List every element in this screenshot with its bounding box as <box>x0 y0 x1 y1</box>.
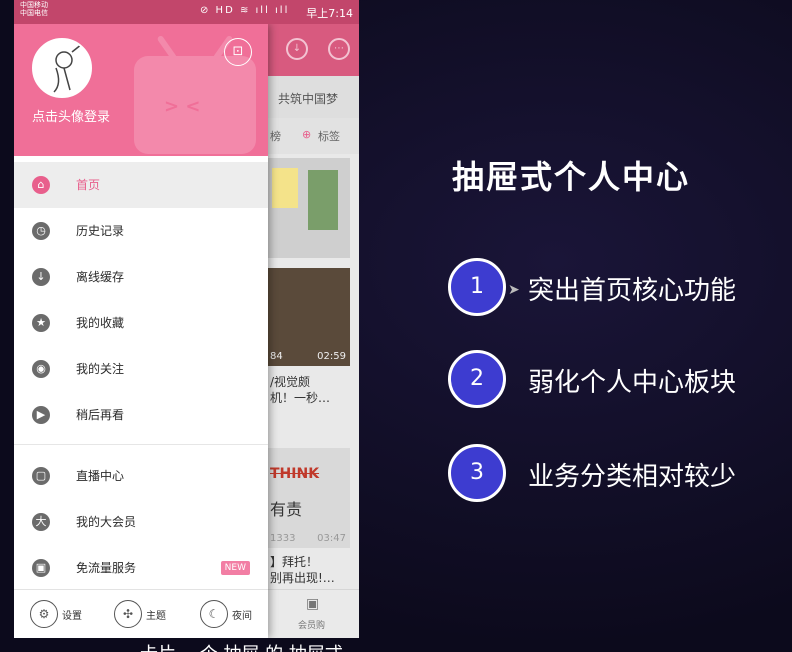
nav-label-shop[interactable]: 会员购 <box>298 618 325 631</box>
menu-item-group_1-2[interactable]: ↓ 离线缓存 <box>14 254 268 300</box>
play-later-icon: ▶ <box>32 406 50 424</box>
settings-icon: ⚙ <box>30 600 58 628</box>
video-title-1[interactable]: /视觉颇 机！一秒… <box>270 374 330 406</box>
home-icon: ⌂ <box>32 176 50 194</box>
menu-divider <box>14 444 268 445</box>
video-card-1[interactable] <box>268 158 350 258</box>
video-title-line: /视觉颇 <box>270 375 311 389</box>
background-app-tabs: 榜 ⊕ 标签 <box>268 118 359 154</box>
video-duration: 84 <box>270 351 283 362</box>
thumbnail-art <box>308 170 338 230</box>
menu-item-group_1-5[interactable]: ▶ 稍后再看 <box>14 392 268 438</box>
think-text: THINK <box>270 466 320 482</box>
video-title-2[interactable]: 】拜托！ 别再出现!… <box>270 554 335 586</box>
footer-button-label: 夜间 <box>232 611 252 622</box>
vip-icon: 大 <box>32 513 50 531</box>
slide-title: 抽屉式个人中心 <box>452 158 691 196</box>
menu-item-group_1-1[interactable]: ◷ 历史记录 <box>14 208 268 254</box>
video-title-line: 机！一秒… <box>270 391 331 405</box>
tab-rank[interactable]: 榜 <box>270 128 281 144</box>
menu-item-group_2-1[interactable]: 大 我的大会员 <box>14 499 268 545</box>
status-icons: ⊘ HD ≋ ıll ıll <box>200 5 290 16</box>
bullet-text: 业务分类相对较少 <box>528 462 737 492</box>
sim-card-icon: ▣ <box>32 559 50 577</box>
video-title-line: 】拜托！ <box>270 555 319 569</box>
tv-face: > < <box>164 96 201 117</box>
cloud-download-icon: ↓ <box>32 268 50 286</box>
menu-item-label: 我的收藏 <box>76 316 125 330</box>
live-tv-icon: ▢ <box>32 467 50 485</box>
slide-background: 中国移动 中国电信 ⊘ HD ≋ ıll ıll 早上7:14 ↓ ⋯ 共筑中国… <box>0 0 792 652</box>
number-badge: 3 <box>448 444 506 502</box>
side-drawer: > < ⊡ 点击头像登录 ⌂ 首页 ◷ 历史记录 ↓ 离线缓存 ★ 我的收藏 ◉ 我的关注 ▶ 稍后再… <box>14 24 268 638</box>
status-clock: 早上7:14 <box>306 7 353 20</box>
carrier-label-2: 中国电信 <box>20 9 48 17</box>
carrier-label-1: 中国移动 <box>20 1 48 9</box>
tv-logo-background: > < <box>134 56 256 154</box>
video-duration: 02:59 <box>317 351 346 362</box>
video-card-3[interactable]: THINK 有责 1333 03:47 <box>268 448 350 548</box>
banner-text: 共筑中国梦 <box>278 92 339 106</box>
phone-screenshot: 中国移动 中国电信 ⊘ HD ≋ ıll ıll 早上7:14 ↓ ⋯ 共筑中国… <box>14 0 359 638</box>
menu-item-label: 我的大会员 <box>76 515 137 529</box>
menu-item-label: 首页 <box>76 178 101 192</box>
login-prompt[interactable]: 点击头像登录 <box>32 106 110 125</box>
menu-item-group_1-4[interactable]: ◉ 我的关注 <box>14 346 268 392</box>
background-app-banner-text: 共筑中国梦 <box>268 76 359 118</box>
scan-button[interactable]: ⊡ <box>224 38 252 66</box>
number-badge: 1 <box>448 258 506 316</box>
menu-item-label: 直播中心 <box>76 469 125 483</box>
more-icon[interactable]: ⋯ <box>328 38 350 60</box>
menu-item-label: 我的关注 <box>76 362 125 376</box>
card-caption: 有责 <box>270 500 303 519</box>
menu-item-label: 历史记录 <box>76 224 125 238</box>
view-count: 1333 <box>270 533 296 544</box>
theme-icon: ✣ <box>114 600 142 628</box>
background-app-header: ↓ ⋯ <box>268 24 359 76</box>
drawer-header: > < ⊡ 点击头像登录 <box>14 24 268 156</box>
shop-bag-icon[interactable]: ▣ <box>306 596 319 612</box>
tab-tags[interactable]: 标签 <box>318 128 340 144</box>
bullet-text: 弱化个人中心板块 <box>528 368 737 398</box>
scan-icon: ⊡ <box>232 44 244 59</box>
mouse-cursor-icon: ➤ <box>508 282 520 298</box>
footer-button-label: 设置 <box>62 611 82 622</box>
drawer-menu: ⌂ 首页 ◷ 历史记录 ↓ 离线缓存 ★ 我的收藏 ◉ 我的关注 ▶ 稍后再看 ▢ 直播中心大 我的大会员… <box>14 162 268 591</box>
video-card-2[interactable]: 84 02:59 <box>268 268 350 366</box>
status-bar: 中国移动 中国电信 ⊘ HD ≋ ıll ıll 早上7:14 <box>14 0 359 24</box>
menu-item-group_2-2[interactable]: ▣ 免流量服务 NEW <box>14 545 268 591</box>
background-bottom-nav: ▣ 会员购 <box>268 589 359 638</box>
drawer-footer: ⚙ 设置 ✣ 主题 ☾ 夜间 <box>14 589 268 638</box>
target-icon: ◉ <box>32 360 50 378</box>
menu-item-label: 稍后再看 <box>76 408 125 422</box>
bullet-text: 突出首页核心功能 <box>528 276 737 306</box>
menu-item-group_1-0[interactable]: ⌂ 首页 <box>14 162 268 208</box>
background-app: ↓ ⋯ 共筑中国梦 榜 ⊕ 标签 84 02:59 /视觉颇 机！一秒… THI… <box>268 24 359 638</box>
video-title-line: 别再出现!… <box>270 571 335 585</box>
subtitle-caption: 卡片 一个 抽屉 的 抽屉式 <box>140 640 500 652</box>
tag-icon: ⊕ <box>302 128 312 141</box>
footer-button-label: 主题 <box>146 611 166 622</box>
menu-item-label: 离线缓存 <box>76 270 125 284</box>
menu-item-group_2-0[interactable]: ▢ 直播中心 <box>14 453 268 499</box>
thumbnail-art <box>272 168 298 208</box>
menu-item-label: 免流量服务 <box>76 561 137 575</box>
star-icon: ★ <box>32 314 50 332</box>
avatar[interactable] <box>32 38 92 98</box>
clock-icon: ◷ <box>32 222 50 240</box>
carrier-labels: 中国移动 中国电信 <box>20 1 48 17</box>
number-badge: 2 <box>448 350 506 408</box>
menu-item-group_1-3[interactable]: ★ 我的收藏 <box>14 300 268 346</box>
night-mode-icon: ☾ <box>200 600 228 628</box>
avatar-illustration <box>53 43 83 93</box>
new-badge: NEW <box>220 561 250 575</box>
video-duration: 03:47 <box>317 533 346 544</box>
download-icon[interactable]: ↓ <box>286 38 308 60</box>
